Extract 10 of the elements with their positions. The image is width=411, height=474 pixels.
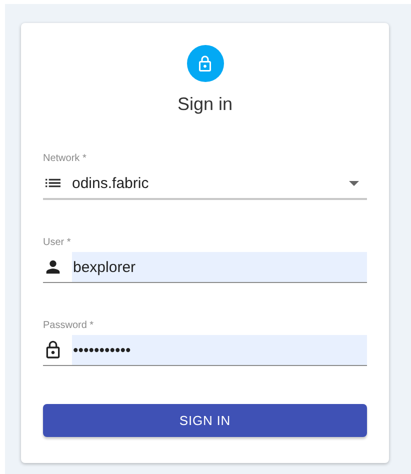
caret-icon xyxy=(349,180,359,186)
title: Sign in xyxy=(177,94,233,115)
sign-in-button[interactable]: SIGN IN xyxy=(43,404,367,437)
field-label: Network * xyxy=(43,153,88,164)
input-field[interactable]: bexplorer xyxy=(72,252,367,282)
network-select[interactable]: odins.fabric xyxy=(43,168,367,200)
field-label: Password * xyxy=(43,320,95,331)
field-label: User * xyxy=(43,237,72,248)
input-field[interactable]: ••••••••••• xyxy=(72,335,367,365)
lock-icon xyxy=(186,45,224,82)
